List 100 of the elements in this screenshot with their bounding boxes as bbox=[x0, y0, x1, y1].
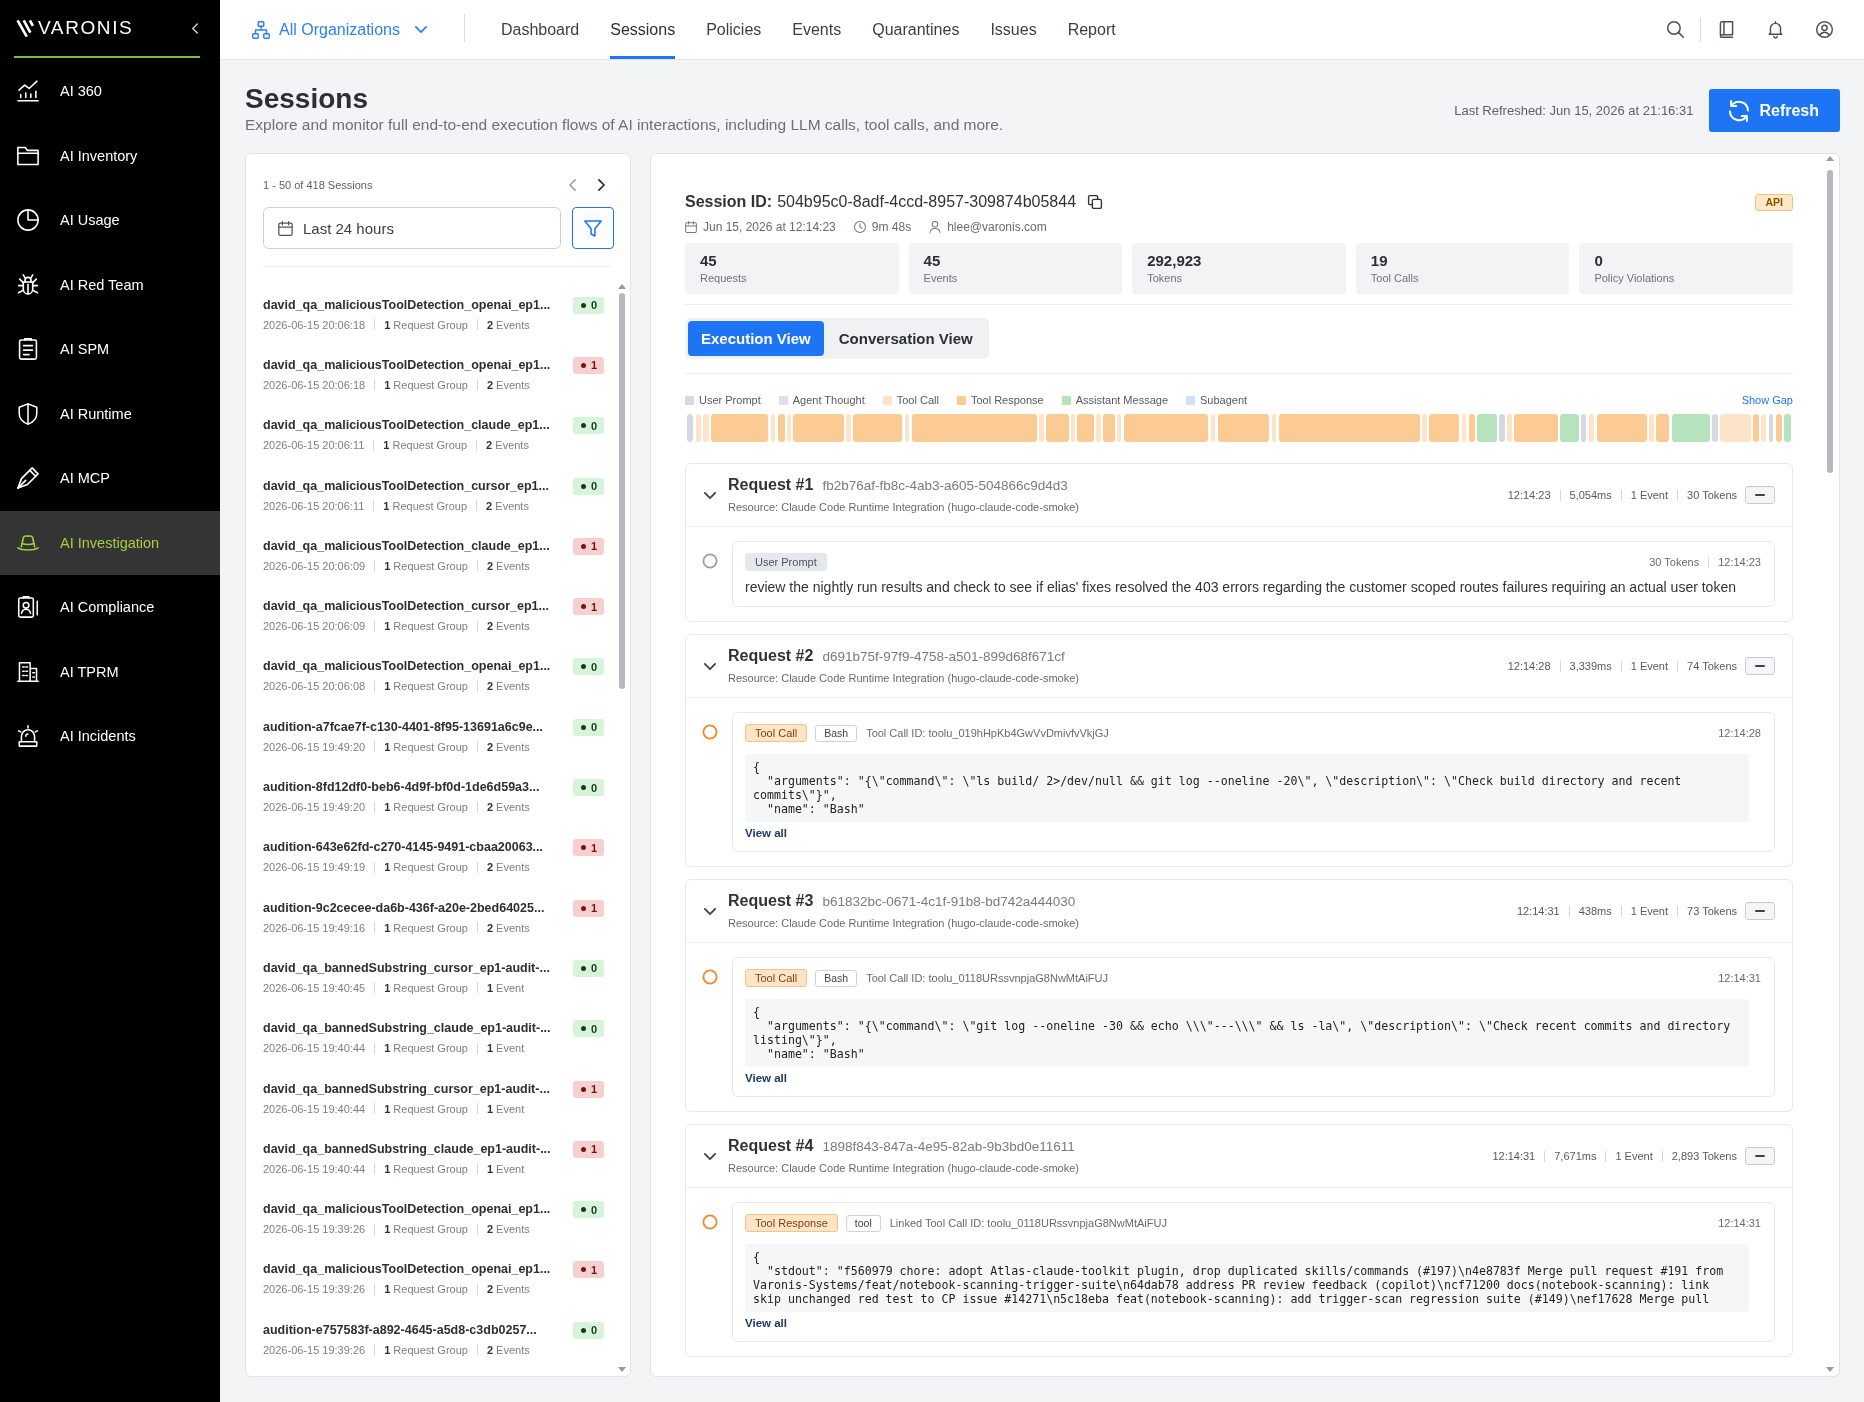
request-group-count: 1 Request Group bbox=[384, 558, 468, 573]
request-group-count: 1 Request Group bbox=[383, 498, 468, 513]
collapse-button[interactable] bbox=[1745, 657, 1775, 675]
building-icon bbox=[17, 660, 39, 683]
event-time: 12:14:23 bbox=[1718, 556, 1761, 568]
sidebar-item[interactable]: AI Inventory bbox=[0, 123, 220, 188]
shield-icon bbox=[17, 402, 39, 425]
sidebar-item[interactable]: AI Usage bbox=[0, 188, 220, 253]
tool-tag: Bash bbox=[815, 724, 858, 742]
view-all-link[interactable]: View all bbox=[745, 1072, 787, 1084]
bell-icon[interactable] bbox=[1767, 21, 1784, 38]
session-title[interactable]: david_qa_maliciousToolDetection_cursor_ep1... bbox=[263, 477, 549, 495]
logo-text: VARONIS bbox=[38, 17, 134, 39]
alert-count: 1 bbox=[590, 1143, 597, 1156]
session-title[interactable]: david_qa_bannedSubstring_cursor_ep1-audit-... bbox=[263, 1080, 550, 1098]
scroll-down-icon[interactable] bbox=[1826, 1367, 1834, 1372]
session-title[interactable]: david_qa_maliciousToolDetection_openai_ep1... bbox=[263, 658, 551, 676]
session-title[interactable]: david_qa_maliciousToolDetection_openai_ep1... bbox=[263, 1261, 551, 1279]
status-dot-icon bbox=[580, 1267, 586, 1273]
session-title[interactable]: david_qa_maliciousToolDetection_cursor_ep1... bbox=[263, 598, 549, 616]
stat-value: 45 bbox=[923, 251, 942, 270]
scrollbar[interactable] bbox=[619, 293, 625, 689]
request-tokens: 2,893 Tokens bbox=[1671, 1150, 1737, 1162]
view-all-link[interactable]: View all bbox=[745, 1317, 787, 1329]
event-type-tag: User Prompt bbox=[745, 553, 827, 571]
copy-icon[interactable] bbox=[1088, 195, 1103, 209]
sidebar-item[interactable]: AI Compliance bbox=[0, 575, 220, 640]
scroll-up-icon[interactable] bbox=[618, 284, 626, 289]
alert-count: 0 bbox=[590, 781, 597, 794]
chevron-left-icon[interactable] bbox=[192, 22, 198, 34]
session-time: 2026-06-15 19:40:44 bbox=[263, 1161, 366, 1176]
sidebar-item[interactable]: AI TPRM bbox=[0, 639, 220, 704]
session-time: 2026-06-15 20:06:09 bbox=[263, 619, 366, 634]
request-tokens: 74 Tokens bbox=[1687, 660, 1737, 672]
session-title[interactable]: david_qa_bannedSubstring_claude_ep1-audit-... bbox=[263, 1140, 551, 1158]
nav-tab[interactable]: Dashboard bbox=[500, 0, 580, 59]
event-count: 1 Event bbox=[486, 980, 525, 995]
filter-button[interactable] bbox=[572, 207, 614, 249]
sidebar-item[interactable]: AI Red Team bbox=[0, 252, 220, 317]
scroll-up-icon[interactable] bbox=[1826, 156, 1834, 161]
nav-tab[interactable]: Events bbox=[792, 0, 842, 59]
collapse-button[interactable] bbox=[1745, 902, 1775, 920]
sidebar-item[interactable]: AI 360 bbox=[0, 59, 220, 124]
event-time: 12:14:28 bbox=[1718, 727, 1761, 739]
request-event-count: 1 Event bbox=[1630, 489, 1669, 501]
request-group-count: 1 Request Group bbox=[383, 438, 468, 453]
legend-label: Tool Response bbox=[970, 394, 1044, 406]
session-title[interactable]: david_qa_bannedSubstring_cursor_ep1-audit-... bbox=[263, 959, 550, 977]
scrollbar[interactable] bbox=[1827, 170, 1833, 473]
nav-tab[interactable]: Policies bbox=[706, 0, 762, 59]
sidebar-item[interactable]: AI Incidents bbox=[0, 704, 220, 769]
nav-tab[interactable]: Quarantines bbox=[872, 0, 960, 59]
collapse-button[interactable] bbox=[1745, 486, 1775, 504]
session-title[interactable]: audition-e757583f-a892-4645-a5d8-c3db0257... bbox=[263, 1321, 537, 1339]
chevron-right-icon[interactable] bbox=[598, 179, 605, 191]
session-time: 2026-06-15 19:39:26 bbox=[263, 1342, 366, 1357]
session-title[interactable]: david_qa_bannedSubstring_claude_ep1-audit-... bbox=[263, 1020, 551, 1038]
alert-count: 0 bbox=[590, 419, 597, 432]
nav-tab[interactable]: Sessions bbox=[610, 0, 676, 59]
nav-tab[interactable]: Report bbox=[1067, 0, 1116, 59]
search-icon[interactable] bbox=[1667, 21, 1684, 38]
scroll-down-icon[interactable] bbox=[618, 1367, 626, 1372]
chevron-down-icon[interactable] bbox=[704, 662, 716, 670]
sidebar-item[interactable]: AI SPM bbox=[0, 317, 220, 382]
session-title[interactable]: david_qa_maliciousToolDetection_claude_ep1... bbox=[263, 537, 550, 555]
ring-icon bbox=[702, 969, 718, 985]
refresh-button[interactable]: Refresh bbox=[1709, 89, 1840, 132]
session-title[interactable]: david_qa_maliciousToolDetection_openai_ep1... bbox=[263, 1201, 551, 1219]
chevron-down-icon[interactable] bbox=[704, 1152, 716, 1160]
request-tokens: 30 Tokens bbox=[1687, 489, 1737, 501]
session-time: 2026-06-15 20:06:18 bbox=[263, 317, 366, 332]
date-range-field[interactable]: Last 24 hours bbox=[263, 207, 561, 249]
session-title[interactable]: david_qa_maliciousToolDetection_claude_ep1... bbox=[263, 417, 550, 435]
session-title[interactable]: audition-643e62fd-c270-4145-9491-cbaa20063... bbox=[263, 839, 544, 857]
nav-tab[interactable]: Issues bbox=[990, 0, 1037, 59]
alert-count: 1 bbox=[590, 902, 597, 915]
chevron-down-icon[interactable] bbox=[704, 491, 716, 499]
organization-selector[interactable]: All Organizations bbox=[252, 0, 427, 59]
request-group-count: 1 Request Group bbox=[384, 1161, 468, 1176]
minus-icon bbox=[1755, 494, 1765, 496]
sidebar-item[interactable]: AI MCP bbox=[0, 446, 220, 511]
show-gap-link[interactable]: Show Gap bbox=[1741, 394, 1793, 406]
session-title[interactable]: audition-9c2cecee-da6b-436f-a20e-2bed64025... bbox=[263, 899, 545, 917]
request-time: 12:14:28 bbox=[1507, 660, 1551, 672]
view-tab[interactable]: Execution View bbox=[688, 321, 824, 356]
chevron-down-icon[interactable] bbox=[704, 907, 716, 915]
user-circle-icon[interactable] bbox=[1816, 21, 1833, 38]
view-all-link[interactable]: View all bbox=[745, 827, 787, 839]
session-title[interactable]: audition-a7fcae7f-c130-4401-8f95-13691a6c9e... bbox=[263, 718, 544, 736]
sidebar-item[interactable]: AI Runtime bbox=[0, 381, 220, 446]
session-title[interactable]: audition-8fd12df0-beb6-4d9f-bf0d-1de6d59a3... bbox=[263, 779, 540, 796]
view-tab[interactable]: Conversation View bbox=[825, 321, 986, 356]
collapse-button[interactable] bbox=[1745, 1147, 1775, 1165]
book-icon[interactable] bbox=[1718, 21, 1735, 38]
source-tag: API bbox=[1755, 193, 1793, 211]
sidebar-item[interactable]: AI Investigation bbox=[0, 510, 220, 575]
status-dot-icon bbox=[580, 543, 586, 549]
session-title[interactable]: david_qa_maliciousToolDetection_openai_ep1... bbox=[263, 356, 551, 374]
session-title[interactable]: david_qa_maliciousToolDetection_openai_ep1... bbox=[263, 296, 551, 314]
event-count: 2 Events bbox=[486, 679, 530, 694]
